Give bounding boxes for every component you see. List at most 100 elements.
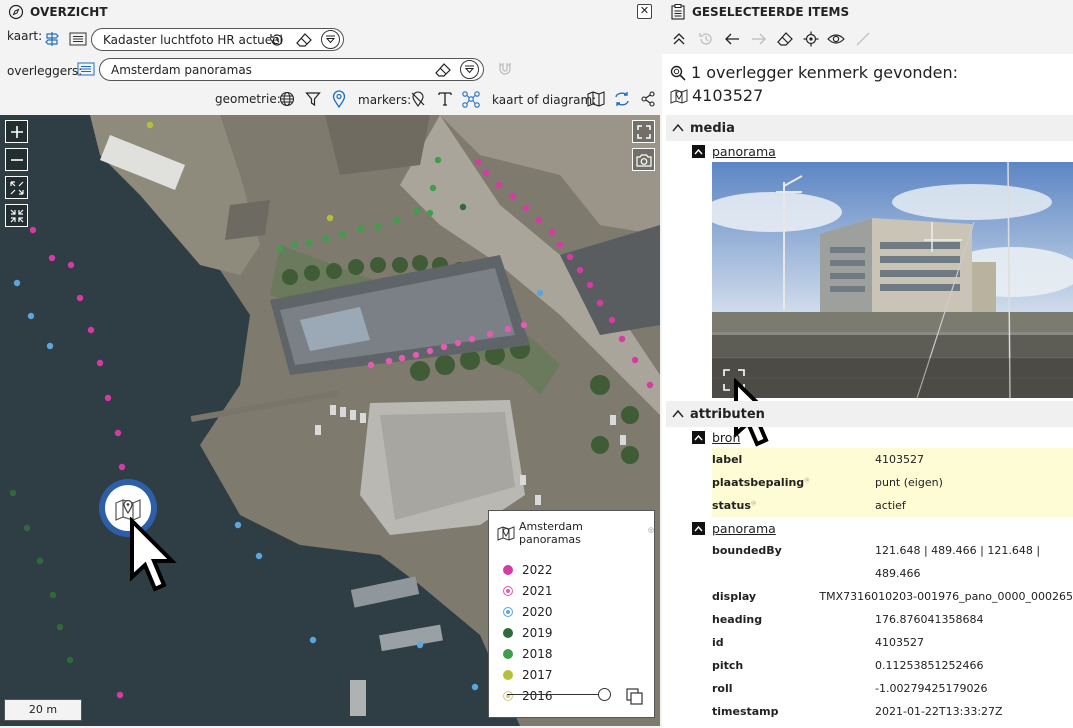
media-section-header[interactable]: media (666, 115, 1073, 141)
share-icon[interactable] (640, 91, 656, 107)
media-panorama-link[interactable]: panorama (712, 144, 776, 159)
chevron-up-icon[interactable] (692, 145, 705, 158)
panorama-marker[interactable] (374, 223, 382, 231)
panorama-marker[interactable] (548, 228, 556, 236)
panorama-marker[interactable] (104, 394, 112, 402)
panorama-marker[interactable] (631, 356, 639, 364)
swap-icon[interactable] (613, 90, 631, 108)
chevron-up-icon[interactable] (692, 431, 705, 444)
panorama-marker[interactable] (339, 230, 347, 238)
panorama-marker[interactable] (398, 354, 406, 362)
panorama-marker[interactable] (305, 239, 313, 247)
panorama-image[interactable] (712, 162, 1073, 398)
panorama-marker[interactable] (486, 330, 494, 338)
fullscreen-button[interactable] (632, 120, 655, 143)
overleggers-dropdown-button[interactable] (460, 60, 479, 79)
panorama-marker[interactable] (646, 381, 654, 389)
panorama-marker[interactable] (234, 521, 242, 529)
copy-icon[interactable] (626, 688, 644, 706)
map-icon[interactable] (587, 91, 605, 107)
panorama-marker[interactable] (29, 226, 37, 234)
panorama-marker[interactable] (413, 207, 421, 215)
panorama-marker[interactable] (36, 557, 44, 565)
zoom-to-selection-icon[interactable] (5, 204, 28, 227)
attributes-section-header[interactable]: attributen (666, 401, 1073, 427)
eraser-icon[interactable] (774, 28, 796, 50)
panorama-marker[interactable] (536, 289, 544, 297)
panorama-marker[interactable] (114, 429, 122, 437)
panorama-marker[interactable] (434, 156, 442, 164)
opacity-slider[interactable] (507, 688, 611, 702)
panorama-marker[interactable] (76, 294, 84, 302)
eraser-icon[interactable] (435, 62, 451, 78)
list-icon[interactable] (69, 31, 87, 47)
panorama-marker[interactable] (416, 641, 424, 649)
panorama-marker[interactable] (412, 351, 420, 359)
locate-icon[interactable] (800, 28, 822, 50)
panorama-marker[interactable] (357, 225, 365, 233)
panorama-marker[interactable] (118, 463, 126, 471)
panorama-marker[interactable] (504, 325, 512, 333)
eye-icon[interactable] (825, 28, 847, 50)
back-arrow-icon[interactable] (721, 28, 743, 50)
panorama-marker[interactable] (429, 184, 437, 192)
globe-icon[interactable] (279, 91, 295, 107)
collapse-all-icon[interactable] (668, 28, 690, 50)
info-icon[interactable]: ◎ (648, 526, 654, 534)
panorama-marker[interactable] (426, 209, 434, 217)
line-tool-icon[interactable] (852, 28, 874, 50)
eraser-icon[interactable] (296, 32, 312, 48)
panorama-marker[interactable] (482, 169, 490, 177)
history-icon[interactable] (695, 28, 717, 50)
pano-link[interactable]: panorama (712, 521, 776, 536)
panorama-marker[interactable] (459, 203, 467, 211)
panorama-marker[interactable] (474, 158, 482, 166)
panorama-marker[interactable] (27, 312, 35, 320)
panorama-marker[interactable] (322, 235, 330, 243)
panorama-marker[interactable] (535, 216, 543, 224)
panorama-marker[interactable] (471, 683, 479, 691)
panorama-marker[interactable] (596, 299, 604, 307)
magnet-icon[interactable] (497, 61, 513, 77)
zoom-out-button[interactable] (5, 148, 28, 171)
panorama-marker[interactable] (66, 656, 74, 664)
panorama-marker[interactable] (426, 347, 434, 355)
location-pin-icon[interactable] (332, 90, 346, 108)
cluster-icon[interactable] (461, 90, 481, 108)
forward-arrow-icon[interactable] (748, 28, 770, 50)
panorama-marker[interactable] (116, 691, 124, 699)
list-icon[interactable] (77, 61, 95, 77)
zoom-in-button[interactable] (5, 120, 28, 143)
panorama-marker[interactable] (9, 489, 17, 497)
panorama-marker[interactable] (146, 121, 154, 129)
panorama-marker[interactable] (385, 357, 393, 365)
panorama-marker[interactable] (556, 241, 564, 249)
kaart-dropdown-button[interactable] (321, 30, 340, 49)
bron-link[interactable]: bron (712, 430, 740, 445)
info-icon[interactable]: ◎ (804, 476, 809, 483)
panorama-marker[interactable] (618, 335, 626, 343)
panorama-marker[interactable] (87, 326, 95, 334)
panorama-marker[interactable] (576, 266, 584, 274)
panorama-marker[interactable] (56, 623, 64, 631)
panorama-marker[interactable] (440, 343, 448, 351)
marker-off-icon[interactable] (410, 91, 426, 107)
panorama-marker[interactable] (367, 361, 375, 369)
panorama-marker[interactable] (46, 342, 54, 350)
text-icon[interactable] (437, 90, 453, 106)
chevron-up-icon[interactable] (692, 522, 705, 535)
info-icon[interactable]: ◎ (751, 499, 756, 506)
panorama-marker[interactable] (291, 241, 299, 249)
panorama-marker[interactable] (522, 204, 530, 212)
panorama-marker[interactable] (13, 279, 21, 287)
history-icon[interactable] (269, 32, 285, 48)
panorama-marker[interactable] (309, 636, 317, 644)
panorama-marker[interactable] (520, 321, 528, 329)
panorama-marker[interactable] (509, 192, 517, 200)
kaart-select[interactable]: Kadaster luchtfoto HR actueel (91, 28, 344, 51)
panorama-marker[interactable] (586, 281, 594, 289)
panorama-marker[interactable] (566, 253, 574, 261)
panorama-marker[interactable] (393, 216, 401, 224)
camera-icon[interactable] (632, 148, 655, 171)
panorama-marker[interactable] (67, 261, 75, 269)
